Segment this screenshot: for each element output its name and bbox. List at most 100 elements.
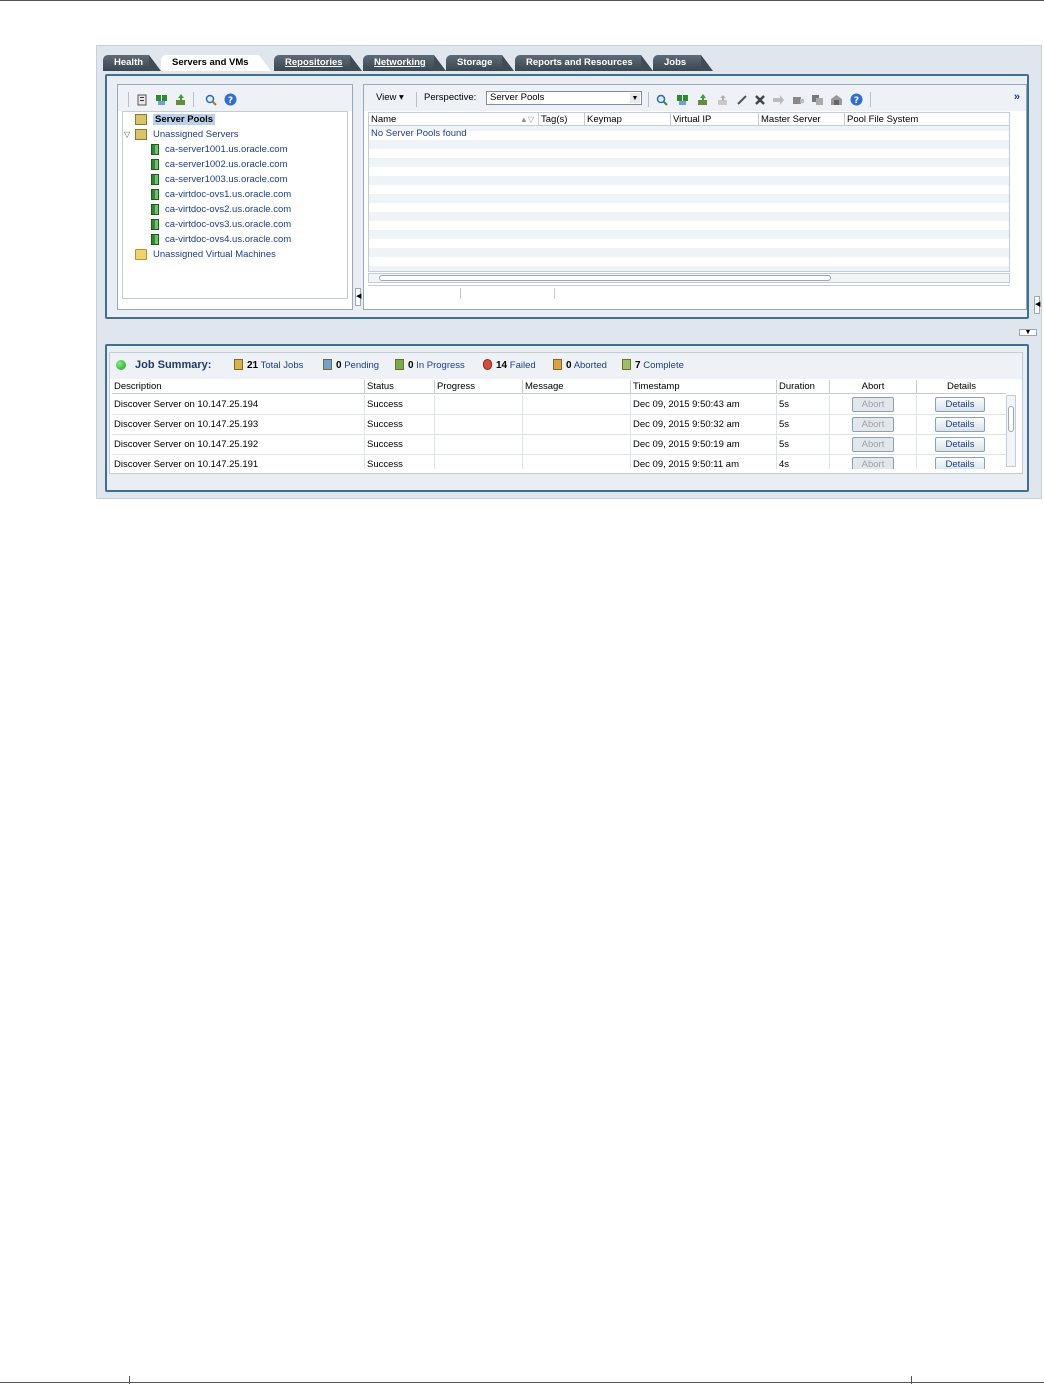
- search-icon[interactable]: [204, 93, 217, 106]
- column-header-timestamp[interactable]: Timestamp: [631, 380, 777, 394]
- table-header: Name ▲▽ Tag(s) Keymap Virtual IP Master …: [369, 113, 1009, 126]
- complete-icon: [622, 359, 631, 370]
- expand-toggle-icon[interactable]: ▽: [124, 128, 130, 141]
- server-pool-icon: [135, 113, 147, 125]
- sort-icon[interactable]: ▲▽: [520, 113, 534, 126]
- column-header-status[interactable]: Status: [365, 380, 435, 394]
- clone-icon[interactable]: [811, 93, 824, 106]
- abort-button[interactable]: Abort: [852, 417, 894, 432]
- tab-jobs[interactable]: Jobs: [653, 55, 713, 71]
- tab-health[interactable]: Health: [103, 55, 161, 71]
- abort-button[interactable]: Abort: [852, 437, 894, 452]
- tree-item-server[interactable]: ca-server1001.us.oracle.com: [151, 143, 288, 156]
- svg-text:?: ?: [854, 96, 859, 106]
- collapse-right-handle[interactable]: ◀: [1034, 296, 1040, 314]
- svg-text:?: ?: [228, 96, 233, 106]
- tree-item-server[interactable]: ca-server1002.us.oracle.com: [151, 158, 288, 171]
- tab-repositories[interactable]: Repositories: [274, 55, 362, 71]
- server-pool-icon: [135, 128, 147, 140]
- restart-icon[interactable]: [792, 93, 805, 106]
- tab-reports-and-resources[interactable]: Reports and Resources: [515, 55, 653, 71]
- navigation-tree-panel: ? Server Pools ▽ Unassigned Servers ca-s…: [117, 84, 353, 310]
- table-row[interactable]: Discover Server on 10.147.25.193 Success…: [112, 415, 1006, 435]
- abort-button[interactable]: Abort: [852, 397, 894, 412]
- column-header-progress[interactable]: Progress: [435, 380, 523, 394]
- server-pool-table: Name ▲▽ Tag(s) Keymap Virtual IP Master …: [368, 112, 1010, 272]
- stat-aborted[interactable]: 0 Aborted: [553, 359, 607, 371]
- tree-item-server[interactable]: ca-virtdoc-ovs1.us.oracle.com: [151, 188, 291, 201]
- stat-total-jobs[interactable]: 21 Total Jobs: [234, 359, 303, 371]
- create-vm-icon[interactable]: [155, 93, 168, 106]
- tab-servers-and-vms[interactable]: Servers and VMs: [161, 55, 271, 71]
- tab-storage[interactable]: Storage: [446, 55, 514, 71]
- export-icon[interactable]: [716, 93, 729, 106]
- table-row[interactable]: Discover Server on 10.147.25.191 Success…: [112, 455, 1006, 469]
- empty-table-message: No Server Pools found: [371, 128, 467, 139]
- tree-item-server[interactable]: ca-virtdoc-ovs3.us.oracle.com: [151, 218, 291, 231]
- perspective-select[interactable]: Server Pools ▼: [486, 91, 642, 105]
- server-icon: [151, 218, 159, 230]
- column-header-abort[interactable]: Abort: [830, 380, 917, 394]
- tree-item-server[interactable]: ca-virtdoc-ovs4.us.oracle.com: [151, 233, 291, 246]
- tree-item-server-pools[interactable]: Server Pools: [135, 113, 216, 126]
- page-rule-tick: [911, 1376, 912, 1384]
- collapse-job-summary-handle[interactable]: ▼: [1019, 329, 1037, 336]
- table-row[interactable]: Discover Server on 10.147.25.192 Success…: [112, 435, 1006, 455]
- find-icon[interactable]: [656, 93, 669, 106]
- column-header-pool-file-system[interactable]: Pool File System: [845, 113, 1009, 126]
- edit-icon[interactable]: [735, 93, 748, 106]
- create-server-pool-icon[interactable]: [136, 93, 149, 106]
- details-button[interactable]: Details: [935, 417, 985, 432]
- collapse-tree-handle[interactable]: ◀: [355, 288, 361, 306]
- details-button[interactable]: Details: [935, 457, 985, 469]
- stat-failed[interactable]: 14 Failed: [483, 359, 536, 371]
- job-summary-panel: Job Summary: 21 Total Jobs 0 Pending 0 I…: [105, 344, 1029, 492]
- job-summary-title: Job Summary:: [135, 359, 212, 371]
- column-header-description[interactable]: Description: [112, 380, 365, 394]
- toolbar-separator: [416, 92, 417, 107]
- repository-icon[interactable]: [830, 93, 843, 106]
- server-icon: [151, 188, 159, 200]
- server-pool-grid-panel: View ▾ Perspective: Server Pools ▼ ? » N…: [363, 84, 1027, 310]
- tree-toolbar: ?: [118, 85, 352, 111]
- table-row[interactable]: Discover Server on 10.147.25.194 Success…: [112, 395, 1006, 415]
- column-header-details[interactable]: Details: [917, 380, 1006, 394]
- details-button[interactable]: Details: [935, 397, 985, 412]
- stat-in-progress[interactable]: 0 In Progress: [395, 359, 465, 371]
- server-icon: [151, 173, 159, 185]
- column-header-message[interactable]: Message: [523, 380, 631, 394]
- vertical-scrollbar[interactable]: [1006, 395, 1016, 467]
- horizontal-scrollbar[interactable]: [368, 273, 1010, 283]
- more-actions-button[interactable]: »: [1014, 91, 1020, 103]
- column-header-master-server[interactable]: Master Server: [759, 113, 845, 126]
- tree-item-unassigned-servers[interactable]: ▽ Unassigned Servers: [123, 128, 239, 141]
- import-icon[interactable]: [174, 93, 187, 106]
- delete-icon[interactable]: [753, 93, 766, 106]
- server-icon: [151, 233, 159, 245]
- migrate-icon[interactable]: [772, 93, 785, 106]
- clipboard-icon: [234, 359, 243, 370]
- toolbar-separator: [193, 92, 194, 107]
- stat-complete[interactable]: 7 Complete: [622, 359, 684, 371]
- jobs-table-body: Discover Server on 10.147.25.194 Success…: [112, 395, 1006, 469]
- scrollbar-thumb[interactable]: [379, 275, 831, 281]
- help-icon[interactable]: ?: [224, 93, 237, 106]
- toolbar-separator: [870, 92, 871, 107]
- view-menu-button[interactable]: View ▾: [376, 92, 404, 103]
- column-header-duration[interactable]: Duration: [777, 380, 830, 394]
- column-header-virtual-ip[interactable]: Virtual IP: [671, 113, 759, 126]
- column-header-tags[interactable]: Tag(s): [539, 113, 585, 126]
- create-pool-icon[interactable]: [676, 93, 689, 106]
- help-icon[interactable]: ?: [850, 93, 863, 106]
- stat-pending[interactable]: 0 Pending: [323, 359, 379, 371]
- details-button[interactable]: Details: [935, 437, 985, 452]
- import-icon[interactable]: [696, 93, 709, 106]
- tree-item-server[interactable]: ca-virtdoc-ovs2.us.oracle.com: [151, 203, 291, 216]
- abort-button[interactable]: Abort: [852, 457, 894, 469]
- tree-item-unassigned-vms[interactable]: Unassigned Virtual Machines: [135, 248, 276, 261]
- tab-networking[interactable]: Networking: [363, 55, 446, 71]
- column-header-keymap[interactable]: Keymap: [585, 113, 671, 126]
- tree-item-server[interactable]: ca-server1003.us.oracle.com: [151, 173, 288, 186]
- column-header-name[interactable]: Name ▲▽: [369, 113, 539, 126]
- scrollbar-thumb[interactable]: [1008, 406, 1014, 432]
